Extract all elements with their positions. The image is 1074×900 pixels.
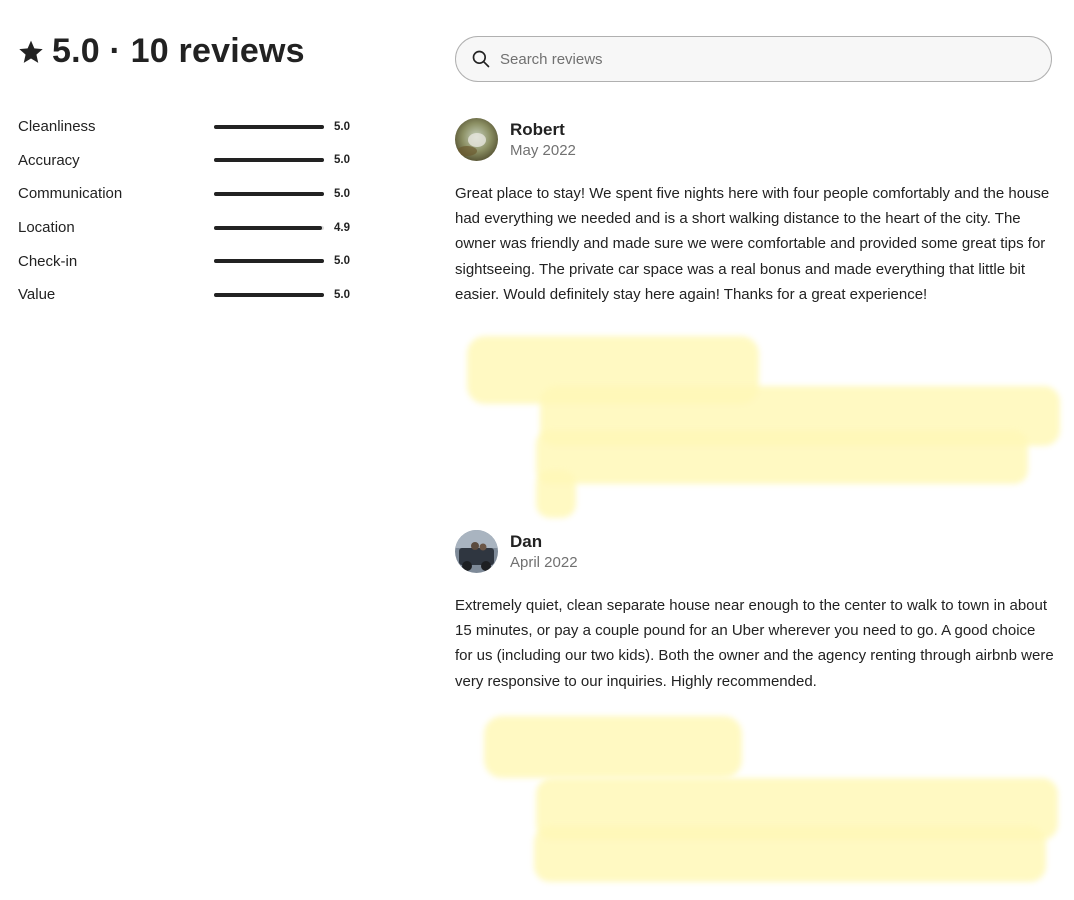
- category-ratings: Cleanliness 5.0 Accuracy 5.0 Communicati…: [18, 110, 358, 312]
- highlight-mark: [536, 430, 1028, 484]
- rating-score: 5.0: [334, 288, 350, 301]
- rating-row-cleanliness: Cleanliness 5.0: [18, 110, 358, 144]
- rating-label: Location: [18, 219, 75, 237]
- rating-label: Communication: [18, 185, 123, 203]
- review-card: Robert May 2022 Great place to stay! We …: [455, 118, 1055, 307]
- search-reviews-box[interactable]: [455, 36, 1052, 82]
- rating-bar: [214, 225, 324, 230]
- rating-label: Value: [18, 286, 56, 304]
- rating-label: Check-in: [18, 252, 78, 270]
- review-date: April 2022: [510, 554, 578, 571]
- rating-score: 5.0: [334, 154, 350, 167]
- review-text: Extremely quiet, clean separate house ne…: [455, 597, 1054, 690]
- rating-score: 5.0: [334, 187, 350, 200]
- star-icon: [19, 40, 43, 63]
- rating-row-location: Location 4.9: [18, 211, 358, 245]
- rating-label: Accuracy: [18, 151, 80, 169]
- rating-label: Cleanliness: [18, 118, 96, 136]
- search-reviews-input[interactable]: [500, 50, 1020, 68]
- rating-row-value: Value 5.0: [18, 278, 358, 312]
- review-text: Great place to stay! We spent five night…: [455, 185, 1050, 303]
- rating-bar: [214, 292, 324, 297]
- reviews-summary-title: 5.0 · 10 reviews: [52, 32, 305, 70]
- review-date: May 2022: [510, 142, 576, 159]
- avatar[interactable]: [455, 118, 498, 161]
- search-icon: [472, 50, 490, 68]
- review-header: Dan April 2022: [455, 530, 1055, 573]
- rating-bar: [214, 259, 324, 264]
- rating-bar: [214, 124, 324, 129]
- highlight-mark: [484, 716, 742, 778]
- reviewer-name: Dan: [510, 532, 543, 551]
- rating-row-accuracy: Accuracy 5.0: [18, 144, 358, 178]
- rating-row-check-in: Check-in 5.0: [18, 244, 358, 278]
- review-header: Robert May 2022: [455, 118, 1055, 161]
- avatar[interactable]: [455, 530, 498, 573]
- reviewer-name: Robert: [510, 120, 565, 139]
- highlight-mark: [534, 826, 1046, 882]
- rating-bar: [214, 191, 324, 196]
- rating-row-communication: Communication 5.0: [18, 177, 358, 211]
- reviews-summary: 5.0 · 10 reviews: [18, 32, 305, 71]
- highlight-mark: [536, 470, 576, 518]
- rating-score: 5.0: [334, 120, 350, 133]
- rating-bar: [214, 158, 324, 163]
- rating-score: 5.0: [334, 255, 350, 268]
- review-card: Dan April 2022 Extremely quiet, clean se…: [455, 530, 1055, 694]
- rating-score: 4.9: [334, 221, 350, 234]
